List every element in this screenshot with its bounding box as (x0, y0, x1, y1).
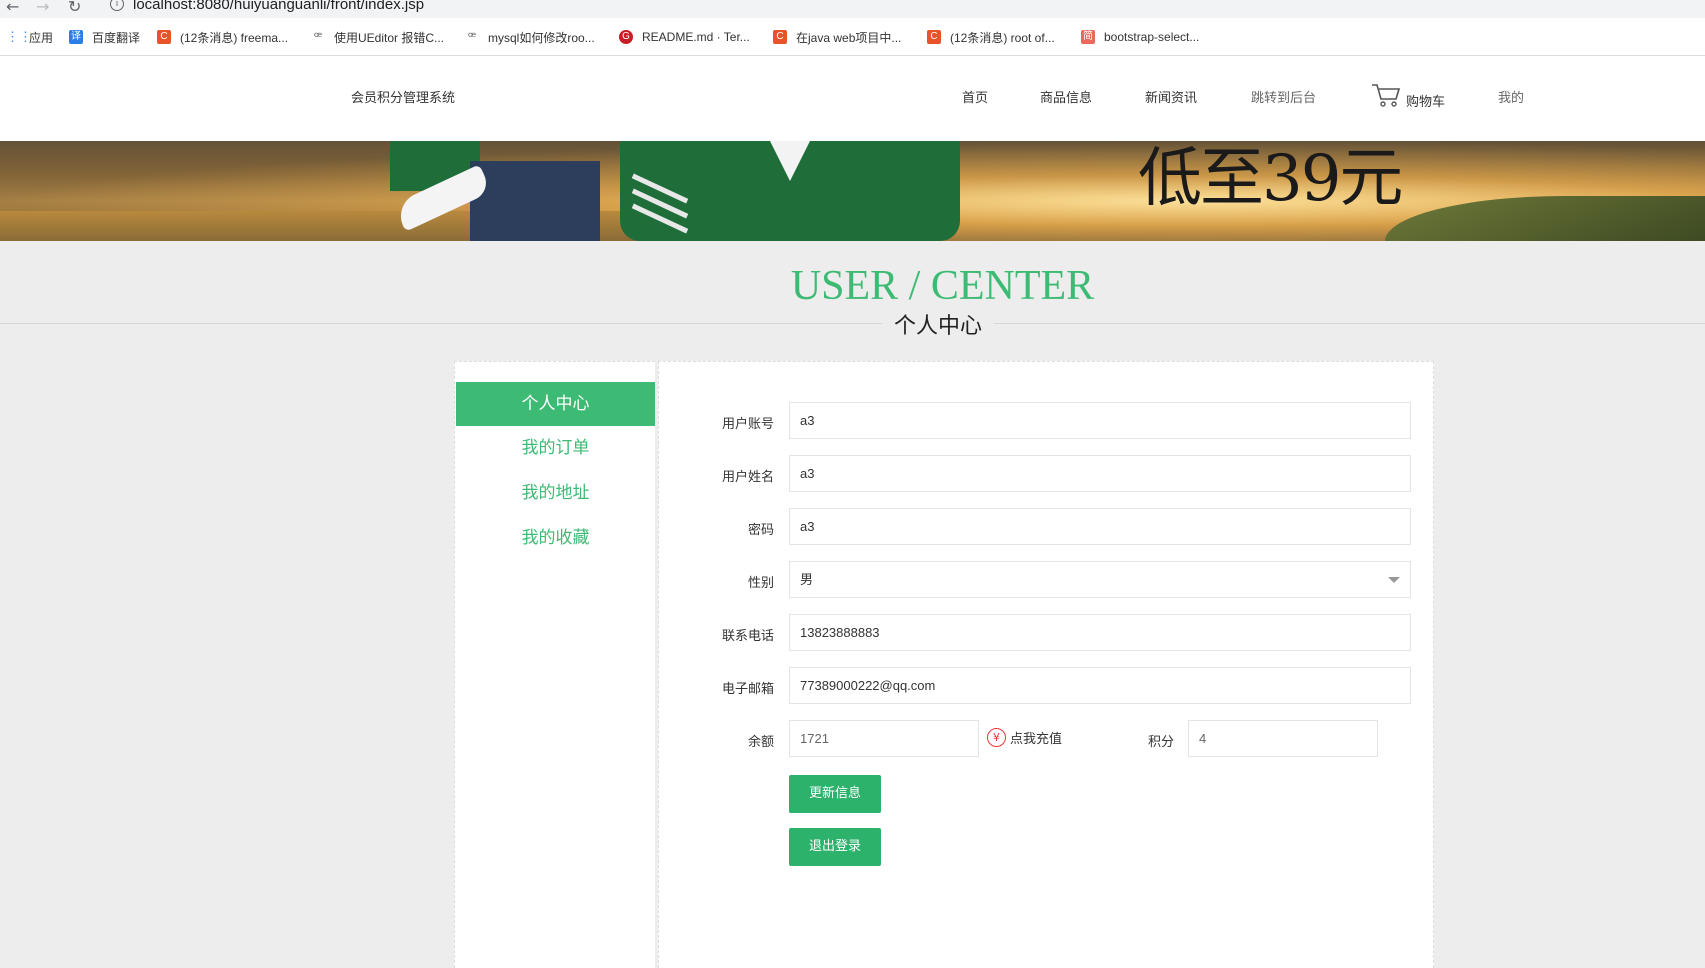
banner-jeans (470, 161, 600, 241)
name-field[interactable]: a3 (789, 455, 1411, 492)
reload-icon[interactable]: ↻ (68, 0, 81, 16)
cart-icon[interactable] (1371, 82, 1401, 108)
section-title-en: USER / CENTER (790, 263, 1095, 309)
email-label: 电子邮箱 (721, 682, 774, 697)
email-field[interactable]: 77389000222@qq.com (789, 667, 1411, 704)
password-field[interactable]: a3 (789, 508, 1411, 545)
phone-field[interactable]: 13823888883 (789, 614, 1411, 651)
gender-label: 性别 (747, 576, 774, 591)
back-arrow-icon[interactable]: ← (6, 0, 19, 16)
password-label: 密码 (747, 523, 774, 538)
nav-products[interactable]: 商品信息 (1040, 87, 1092, 106)
bookmark-apps[interactable]: ⋮⋮ 应用 (6, 28, 53, 46)
bookmark-gitee[interactable]: G README.md · Ter... (619, 28, 750, 46)
bookmark-icon: ꟹ (313, 29, 323, 44)
banner-stripe (631, 173, 689, 204)
update-info-button[interactable]: 更新信息 (789, 775, 881, 813)
gender-value: 男 (800, 572, 814, 587)
csdn-icon: C (773, 30, 787, 44)
banner-stripe (631, 203, 689, 234)
bookmarks-bar: ⋮⋮ 应用 译 百度翻译 C (12条消息) freema... ꟹ 使用UEd… (0, 18, 1705, 56)
recharge-label: 点我充值 (1010, 732, 1063, 747)
balance-field[interactable]: 1721 (789, 720, 979, 757)
bookmark-label: 百度翻译 (92, 30, 141, 45)
banner-model (620, 141, 960, 241)
nav-admin[interactable]: 跳转到后台 (1251, 87, 1316, 106)
section-divider (0, 323, 1705, 324)
account-field[interactable]: a3 (789, 402, 1411, 439)
points-label: 积分 (1147, 735, 1174, 750)
sidebar-item-profile[interactable]: 个人中心 (456, 382, 655, 426)
csdn-icon: C (157, 30, 171, 44)
bookmark-mysql[interactable]: ꟹ mysql如何修改roo... (465, 28, 595, 46)
banner-text: 低至39元 (1138, 142, 1403, 216)
sidebar-item-favorites[interactable]: 我的收藏 (456, 516, 655, 560)
gitee-icon: G (619, 30, 633, 44)
bookmark-label: mysql如何修改roo... (488, 30, 595, 45)
phone-label: 联系电话 (721, 629, 774, 644)
section-title-cn: 个人中心 (882, 308, 995, 340)
profile-form-panel (658, 361, 1434, 968)
bookmark-label: 使用UEditor 报错C... (334, 30, 445, 45)
bookmark-label: README.md · Ter... (642, 30, 750, 44)
bookmark-label: bootstrap-select... (1104, 30, 1200, 44)
apps-grid-icon: ⋮⋮ (6, 29, 32, 44)
sidebar-item-orders[interactable]: 我的订单 (456, 426, 655, 470)
bookmark-icon: ꟹ (467, 29, 477, 44)
chevron-down-icon (1388, 577, 1400, 583)
user-center-sidebar: 个人中心 我的订单 我的地址 我的收藏 (454, 361, 655, 968)
csdn-icon: C (927, 30, 941, 44)
nav-mine[interactable]: 我的 (1498, 87, 1524, 106)
bookmark-csdn-2[interactable]: C 在java web项目中... (773, 28, 901, 46)
site-header: 会员积分管理系统 首页 商品信息 新闻资讯 跳转到后台 购物车 我的 (0, 56, 1705, 141)
info-icon[interactable]: i (110, 0, 124, 11)
bookmark-jianshu[interactable]: 简 bootstrap-select... (1081, 28, 1199, 46)
site-title[interactable]: 会员积分管理系统 (351, 87, 455, 106)
nav-home[interactable]: 首页 (962, 87, 988, 106)
banner-stripe (631, 188, 689, 219)
promo-banner: 低至39元 (0, 141, 1705, 241)
bookmark-label: (12条消息) root of... (950, 30, 1055, 45)
logout-button[interactable]: 退出登录 (789, 828, 881, 866)
bookmark-csdn-1[interactable]: C (12条消息) freema... (157, 28, 288, 46)
address-field[interactable]: localhost:8080/huiyuanguanli/front/index… (133, 0, 424, 13)
bookmark-csdn-3[interactable]: C (12条消息) root of... (927, 28, 1055, 46)
baidu-translate-icon: 译 (69, 30, 83, 44)
bookmark-ueditor[interactable]: ꟹ 使用UEditor 报错C... (311, 28, 444, 46)
points-field[interactable]: 4 (1188, 720, 1378, 757)
nav-news[interactable]: 新闻资讯 (1145, 87, 1197, 106)
jianshu-icon: 简 (1081, 30, 1095, 44)
banner-shirt (770, 141, 810, 181)
sidebar-item-address[interactable]: 我的地址 (456, 471, 655, 515)
gender-select[interactable]: 男 (789, 561, 1411, 598)
balance-label: 余额 (747, 735, 774, 750)
name-label: 用户姓名 (721, 470, 774, 485)
bookmark-baidu-translate[interactable]: 译 百度翻译 (69, 28, 140, 46)
bookmark-label: 在java web项目中... (796, 30, 902, 45)
account-label: 用户账号 (721, 417, 774, 432)
browser-url-bar: ← → ↻ i localhost:8080/huiyuanguanli/fro… (0, 0, 1705, 18)
yen-icon: ¥ (987, 728, 1006, 747)
bookmark-label: 应用 (29, 30, 54, 45)
nav-cart[interactable]: 购物车 (1406, 91, 1445, 110)
forward-arrow-icon[interactable]: → (36, 0, 49, 16)
recharge-link[interactable]: ¥ 点我充值 (987, 728, 1062, 747)
bookmark-label: (12条消息) freema... (180, 30, 289, 45)
